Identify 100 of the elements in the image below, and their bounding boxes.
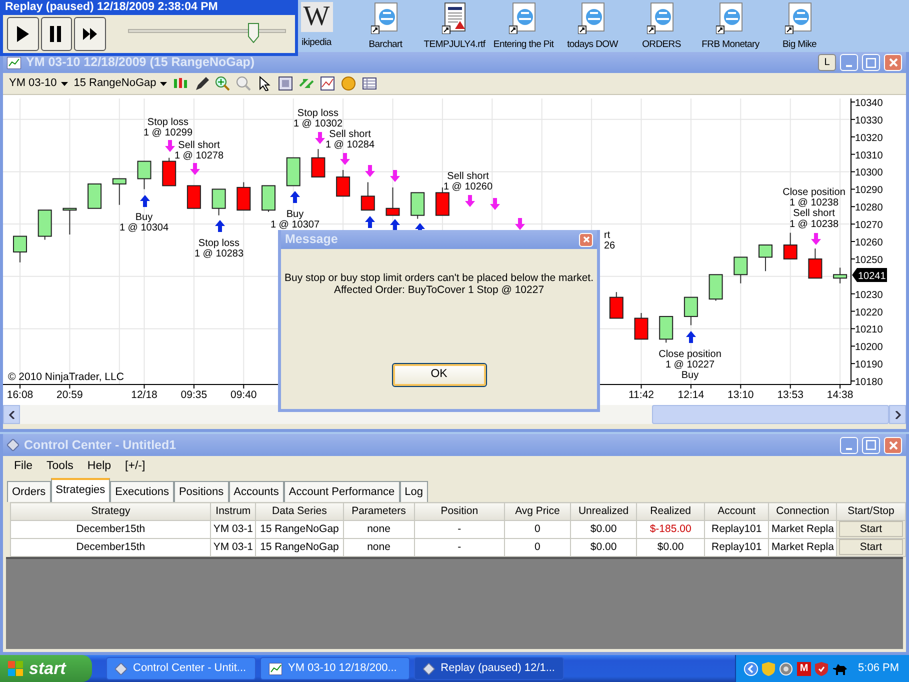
pencil-icon[interactable] bbox=[194, 76, 210, 91]
icon-label[interactable]: Big Mike bbox=[782, 38, 817, 52]
close-button[interactable] bbox=[884, 436, 902, 454]
minimize-button[interactable] bbox=[840, 54, 858, 71]
web-shortcut-icon[interactable] bbox=[784, 2, 814, 34]
taskbar-button[interactable]: Replay (paused) 12/1... bbox=[414, 657, 564, 680]
candlestick-icon[interactable] bbox=[173, 76, 188, 91]
web-shortcut-icon[interactable] bbox=[716, 2, 746, 34]
scroll-left-button[interactable] bbox=[3, 405, 20, 424]
shield-icon[interactable] bbox=[815, 662, 828, 676]
column-header[interactable]: Position bbox=[414, 502, 505, 520]
down-arrow-icon bbox=[165, 140, 175, 152]
table-cell: none bbox=[343, 520, 414, 538]
up-arrow-icon bbox=[290, 191, 300, 203]
menu-item[interactable]: [+/-] bbox=[118, 456, 152, 478]
icon-label[interactable]: todays DOW bbox=[567, 38, 618, 52]
maximize-button[interactable] bbox=[862, 54, 880, 71]
up-arrow-icon bbox=[390, 219, 400, 231]
column-header[interactable]: Start/Stop bbox=[836, 502, 906, 520]
trade-label: Stop loss 1 @ 10302 bbox=[293, 108, 343, 130]
layout-button[interactable]: L bbox=[818, 54, 836, 71]
axis-label: 12/18 bbox=[131, 389, 158, 401]
axis-label: 16:08 bbox=[6, 389, 34, 401]
column-header[interactable]: Data Series bbox=[256, 502, 344, 520]
menu-item[interactable]: Tools bbox=[40, 456, 80, 478]
copyright-text: © 2010 NinjaTrader, LLC bbox=[8, 371, 124, 383]
close-button[interactable] bbox=[579, 232, 593, 246]
disc-icon[interactable] bbox=[779, 662, 794, 676]
column-header[interactable]: Avg Price bbox=[504, 502, 570, 520]
taskbar-button[interactable]: Control Center - Untit... bbox=[106, 657, 256, 680]
column-header[interactable]: Connection bbox=[768, 502, 836, 520]
axis-label: 10190 bbox=[855, 360, 883, 371]
dog-icon[interactable] bbox=[832, 662, 848, 676]
icon-label[interactable]: FRB Monetary bbox=[702, 38, 760, 52]
play-button[interactable] bbox=[7, 17, 39, 51]
coin-icon[interactable] bbox=[341, 76, 356, 91]
instrument-dropdown[interactable]: YM 03-10 bbox=[9, 75, 57, 92]
icon-label[interactable]: TEMPJULY4.rtf bbox=[424, 38, 486, 52]
start-button[interactable]: Start bbox=[838, 521, 903, 538]
taskbar-button[interactable]: YM 03-10 12/18/200... bbox=[260, 657, 410, 680]
trade-label: Buy 1 @ 10304 bbox=[119, 212, 169, 234]
axis-label: 10330 bbox=[855, 115, 883, 126]
scroll-right-button[interactable] bbox=[889, 405, 906, 424]
tab[interactable]: Log bbox=[400, 480, 428, 502]
fast-forward-button[interactable] bbox=[74, 17, 106, 51]
axis-label: 10310 bbox=[855, 150, 883, 162]
column-header[interactable]: Realized bbox=[636, 502, 704, 520]
ok-button[interactable]: OK bbox=[392, 363, 486, 387]
axis-label: 10280 bbox=[855, 202, 883, 214]
up-arrow-icon bbox=[365, 216, 375, 228]
document-icon[interactable] bbox=[442, 2, 468, 34]
minimize-button[interactable] bbox=[840, 436, 858, 454]
web-shortcut-icon[interactable] bbox=[578, 2, 608, 34]
axis-label: 10230 bbox=[855, 290, 883, 301]
trade-label: Sell short 1 @ 10260 bbox=[443, 171, 493, 193]
icon-label[interactable]: Entering the Pit bbox=[493, 38, 554, 52]
close-button[interactable] bbox=[884, 54, 902, 71]
column-header[interactable]: Account bbox=[704, 502, 769, 520]
column-header[interactable]: Strategy bbox=[10, 502, 211, 520]
column-header[interactable]: Unrealized bbox=[570, 502, 637, 520]
maximize-button[interactable] bbox=[862, 436, 880, 454]
table-cell: Replay101 bbox=[704, 520, 769, 538]
scroll-thumb[interactable] bbox=[652, 405, 889, 424]
menu-item[interactable]: Help bbox=[80, 456, 118, 478]
chart-icon bbox=[7, 56, 21, 68]
tray-icon[interactable]: M bbox=[797, 662, 812, 676]
table-icon[interactable] bbox=[362, 76, 378, 91]
axis-label: 11:42 bbox=[628, 389, 654, 401]
icon-label[interactable]: ikipedia bbox=[302, 36, 332, 50]
series-dropdown[interactable]: 15 RangeNoGap bbox=[74, 75, 156, 92]
down-arrow-icon bbox=[465, 195, 475, 207]
pause-button[interactable] bbox=[40, 17, 72, 51]
web-shortcut-icon[interactable] bbox=[508, 2, 538, 34]
tab[interactable]: Accounts bbox=[228, 480, 284, 502]
line-chart-icon[interactable] bbox=[320, 76, 336, 91]
caret-icon bbox=[160, 82, 168, 86]
trade-label: Stop loss 1 @ 10283 bbox=[194, 238, 244, 260]
zoom-in-icon[interactable] bbox=[215, 76, 230, 91]
column-header[interactable]: Instrum bbox=[210, 502, 256, 520]
axis-label: 10300 bbox=[855, 168, 883, 179]
web-shortcut-icon[interactable] bbox=[646, 2, 676, 34]
tab[interactable]: Executions bbox=[110, 480, 174, 502]
icon-label[interactable]: ORDERS bbox=[642, 38, 681, 52]
tab[interactable]: Account Performance bbox=[284, 480, 400, 502]
icon-label[interactable]: Barchart bbox=[368, 38, 402, 52]
cursor-icon[interactable] bbox=[257, 76, 272, 91]
window-title: YM 03-10 12/18/2009 (15 RangeNoGap) bbox=[26, 54, 255, 72]
axis-label: 10200 bbox=[855, 342, 883, 354]
tab[interactable]: Strategies bbox=[50, 478, 110, 502]
menu-item[interactable]: File bbox=[7, 456, 40, 478]
web-shortcut-icon[interactable] bbox=[370, 2, 400, 34]
down-arrow-icon bbox=[811, 233, 821, 245]
tab[interactable]: Positions bbox=[174, 480, 229, 502]
slider-thumb[interactable] bbox=[248, 23, 259, 43]
tab[interactable]: Orders bbox=[7, 480, 51, 502]
column-header[interactable]: Parameters bbox=[343, 502, 414, 520]
wikipedia-logo[interactable]: W bbox=[300, 2, 332, 32]
axis-label: 10220 bbox=[855, 307, 883, 318]
frame-icon[interactable] bbox=[278, 76, 294, 91]
start-button[interactable]: Start bbox=[838, 539, 903, 556]
